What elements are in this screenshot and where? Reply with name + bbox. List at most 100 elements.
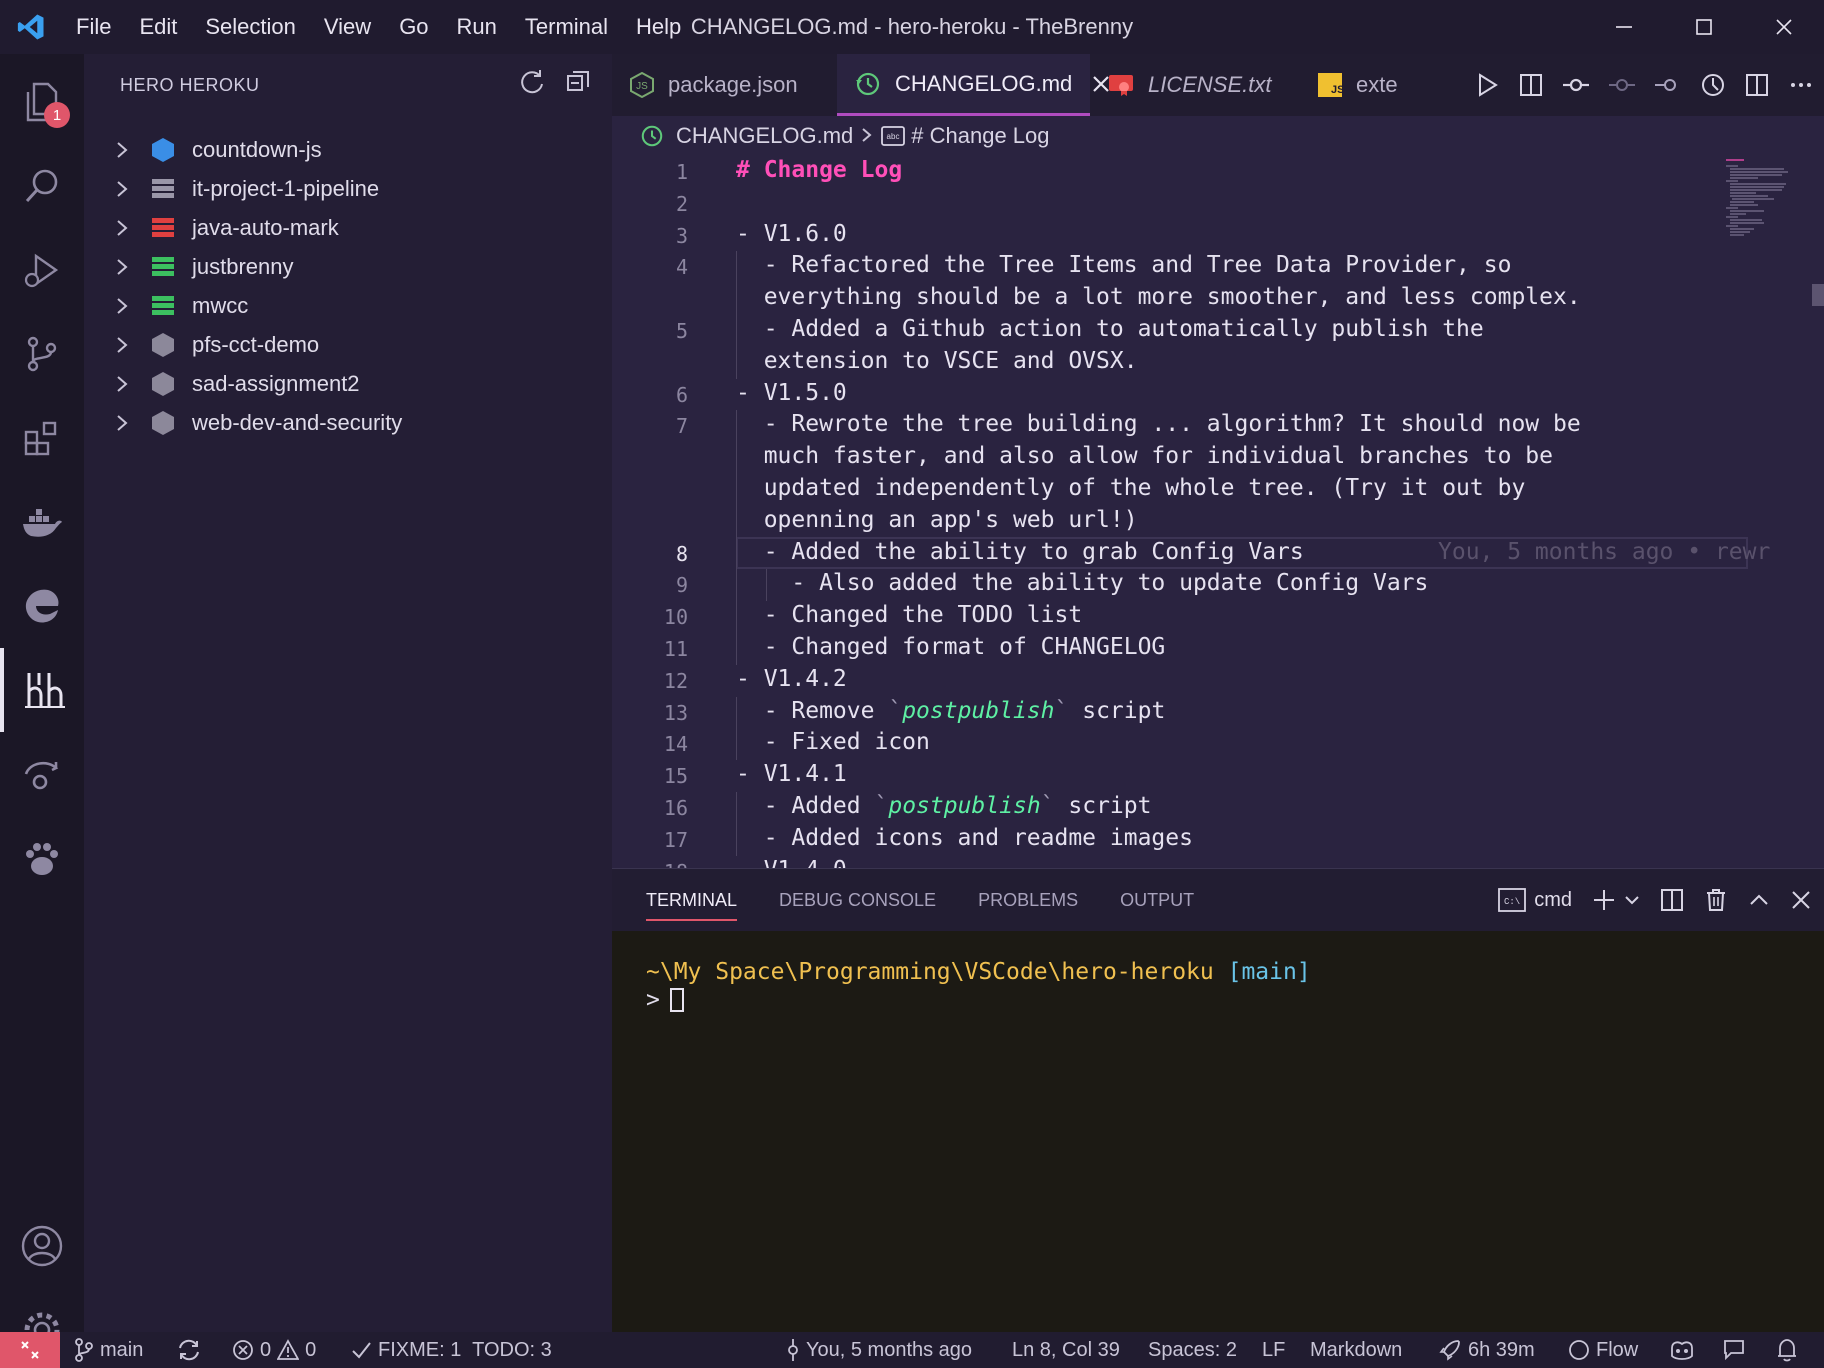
tab-terminal[interactable]: TERMINAL bbox=[646, 869, 738, 931]
code-line[interactable]: - Refactored the Tree Items and Tree Dat… bbox=[736, 252, 1512, 278]
chevron-right-icon[interactable] bbox=[110, 375, 134, 393]
eol-status[interactable]: LF bbox=[1262, 1332, 1285, 1368]
chevron-right-icon[interactable] bbox=[110, 258, 134, 276]
scrollbar-thumb[interactable] bbox=[1812, 284, 1824, 306]
chevron-right-icon[interactable] bbox=[110, 297, 134, 315]
chevron-down-icon[interactable] bbox=[1624, 892, 1640, 908]
previous-change-icon[interactable] bbox=[1608, 72, 1636, 98]
next-change-icon[interactable] bbox=[1654, 72, 1682, 98]
terminal-output[interactable]: ~\My Space\Programming\VSCode\hero-herok… bbox=[646, 959, 1311, 1013]
cursor-position[interactable]: Ln 8, Col 39 bbox=[1012, 1332, 1120, 1368]
chevron-right-icon[interactable] bbox=[110, 141, 134, 159]
tree-item-sad-assignment2[interactable]: sad-assignment2 bbox=[84, 364, 612, 403]
code-editor[interactable]: 1 # Change Log 2 3 - V1.6.0 4 - Refactored th… bbox=[612, 156, 1824, 868]
code-line[interactable]: everything should be a lot more smoother… bbox=[736, 284, 1581, 310]
tree-item-mwcc[interactable]: mwcc bbox=[84, 286, 612, 325]
notifications-button[interactable] bbox=[1776, 1332, 1798, 1368]
tree-item-it-project-1-pipeline[interactable]: it-project-1-pipeline bbox=[84, 169, 612, 208]
collapse-all-icon[interactable] bbox=[564, 68, 592, 96]
code-line[interactable]: - V1.4.1 bbox=[736, 761, 847, 787]
tab-package-json[interactable]: JS package.json bbox=[612, 54, 837, 116]
wakatime-status[interactable]: 6h 39m bbox=[1438, 1332, 1535, 1368]
code-line[interactable]: - Added a Github action to automatically… bbox=[736, 316, 1484, 342]
code-line[interactable]: - Added the ability to grab Config Vars bbox=[736, 539, 1304, 565]
chevron-right-icon[interactable] bbox=[110, 336, 134, 354]
code-line[interactable]: - V1.5.0 bbox=[736, 380, 847, 406]
more-actions-icon[interactable] bbox=[1788, 72, 1814, 98]
feedback-status[interactable] bbox=[1722, 1332, 1746, 1368]
split-editor-icon[interactable] bbox=[1744, 72, 1770, 98]
code-line[interactable]: much faster, and also allow for individu… bbox=[736, 443, 1553, 469]
code-line[interactable]: extension to VSCE and OVSX. bbox=[736, 348, 1138, 374]
code-line[interactable]: - V1.4.0 bbox=[736, 857, 847, 868]
code-line[interactable]: # Change Log bbox=[736, 157, 902, 183]
tree-item-countdown-js[interactable]: countdown-js bbox=[84, 130, 612, 169]
problems-status[interactable]: 0 0 bbox=[232, 1332, 316, 1368]
open-preview-icon[interactable] bbox=[1518, 72, 1544, 98]
flow-status[interactable]: Flow bbox=[1568, 1332, 1638, 1368]
remote-indicator[interactable] bbox=[0, 1332, 60, 1368]
code-line[interactable]: openning an app's web url!) bbox=[736, 507, 1138, 533]
sync-button[interactable] bbox=[176, 1332, 202, 1368]
extensions-button[interactable] bbox=[0, 396, 84, 480]
remote-explorer-button[interactable] bbox=[0, 732, 84, 816]
code-line[interactable]: - Also added the ability to update Confi… bbox=[736, 570, 1428, 596]
terminal-selector[interactable]: C:\ cmd bbox=[1498, 888, 1572, 912]
run-icon[interactable] bbox=[1474, 72, 1500, 98]
edge-tools-button[interactable] bbox=[0, 564, 84, 648]
menu-file[interactable]: File bbox=[62, 0, 125, 54]
timeline-icon[interactable] bbox=[1700, 72, 1726, 98]
code-line[interactable]: - V1.6.0 bbox=[736, 221, 847, 247]
minimize-button[interactable] bbox=[1584, 0, 1664, 54]
minimap[interactable] bbox=[1724, 156, 1794, 256]
maximize-button[interactable] bbox=[1664, 0, 1744, 54]
menu-view[interactable]: View bbox=[310, 0, 385, 54]
tab-problems[interactable]: PROBLEMS bbox=[978, 869, 1078, 931]
tree-item-java-auto-mark[interactable]: java-auto-mark bbox=[84, 208, 612, 247]
menu-terminal[interactable]: Terminal bbox=[511, 0, 622, 54]
code-line[interactable]: - Changed the TODO list bbox=[736, 602, 1083, 628]
trash-icon[interactable] bbox=[1704, 888, 1728, 912]
code-line[interactable]: - Rewrote the tree building ... algorith… bbox=[736, 411, 1581, 437]
tab-debug-console[interactable]: DEBUG CONSOLE bbox=[779, 869, 936, 931]
code-line[interactable]: - Remove `postpublish` script bbox=[736, 698, 1166, 724]
menu-run[interactable]: Run bbox=[443, 0, 511, 54]
tab-changelog-md[interactable]: CHANGELOG.md bbox=[837, 54, 1110, 116]
close-window-button[interactable] bbox=[1744, 0, 1824, 54]
breadcrumb-file[interactable]: CHANGELOG.md bbox=[676, 123, 853, 149]
run-debug-button[interactable] bbox=[0, 228, 84, 312]
menu-edit[interactable]: Edit bbox=[125, 0, 191, 54]
refresh-icon[interactable] bbox=[518, 68, 546, 96]
tree-item-web-dev-and-security[interactable]: web-dev-and-security bbox=[84, 403, 612, 442]
heroku-button[interactable] bbox=[0, 648, 84, 732]
add-terminal-icon[interactable] bbox=[1592, 888, 1616, 912]
breadcrumb-symbol[interactable]: # Change Log bbox=[911, 123, 1049, 149]
menu-help[interactable]: Help bbox=[622, 0, 695, 54]
menu-go[interactable]: Go bbox=[385, 0, 442, 54]
todo-tree-status[interactable]: FIXME: 1 TODO: 3 bbox=[350, 1332, 552, 1368]
code-line[interactable]: - Added icons and readme images bbox=[736, 825, 1193, 851]
search-button[interactable] bbox=[0, 144, 84, 228]
source-control-button[interactable] bbox=[0, 312, 84, 396]
docker-button[interactable] bbox=[0, 480, 84, 564]
tree-item-justbrenny[interactable]: justbrenny bbox=[84, 247, 612, 286]
indentation-status[interactable]: Spaces: 2 bbox=[1148, 1332, 1237, 1368]
menu-selection[interactable]: Selection bbox=[191, 0, 310, 54]
code-line[interactable]: - Fixed icon bbox=[736, 729, 930, 755]
code-line[interactable]: - V1.4.2 bbox=[736, 666, 847, 692]
close-panel-icon[interactable] bbox=[1790, 889, 1812, 911]
split-terminal-icon[interactable] bbox=[1660, 888, 1684, 912]
code-line[interactable]: - Added `postpublish` script bbox=[736, 793, 1152, 819]
copilot-status[interactable] bbox=[1668, 1332, 1696, 1368]
accounts-button[interactable] bbox=[0, 1204, 84, 1288]
git-commit-icon[interactable] bbox=[1562, 72, 1590, 98]
language-mode[interactable]: Markdown bbox=[1310, 1332, 1402, 1368]
tree-item-pfs-cct-demo[interactable]: pfs-cct-demo bbox=[84, 325, 612, 364]
code-line[interactable]: - Changed format of CHANGELOG bbox=[736, 634, 1166, 660]
chevron-right-icon[interactable] bbox=[110, 180, 134, 198]
paw-extension-button[interactable] bbox=[0, 816, 84, 900]
maximize-panel-icon[interactable] bbox=[1748, 889, 1770, 911]
chevron-right-icon[interactable] bbox=[110, 414, 134, 432]
tab-license-txt[interactable]: LICENSE.txt bbox=[1090, 54, 1300, 116]
tab-output[interactable]: OUTPUT bbox=[1120, 869, 1194, 931]
